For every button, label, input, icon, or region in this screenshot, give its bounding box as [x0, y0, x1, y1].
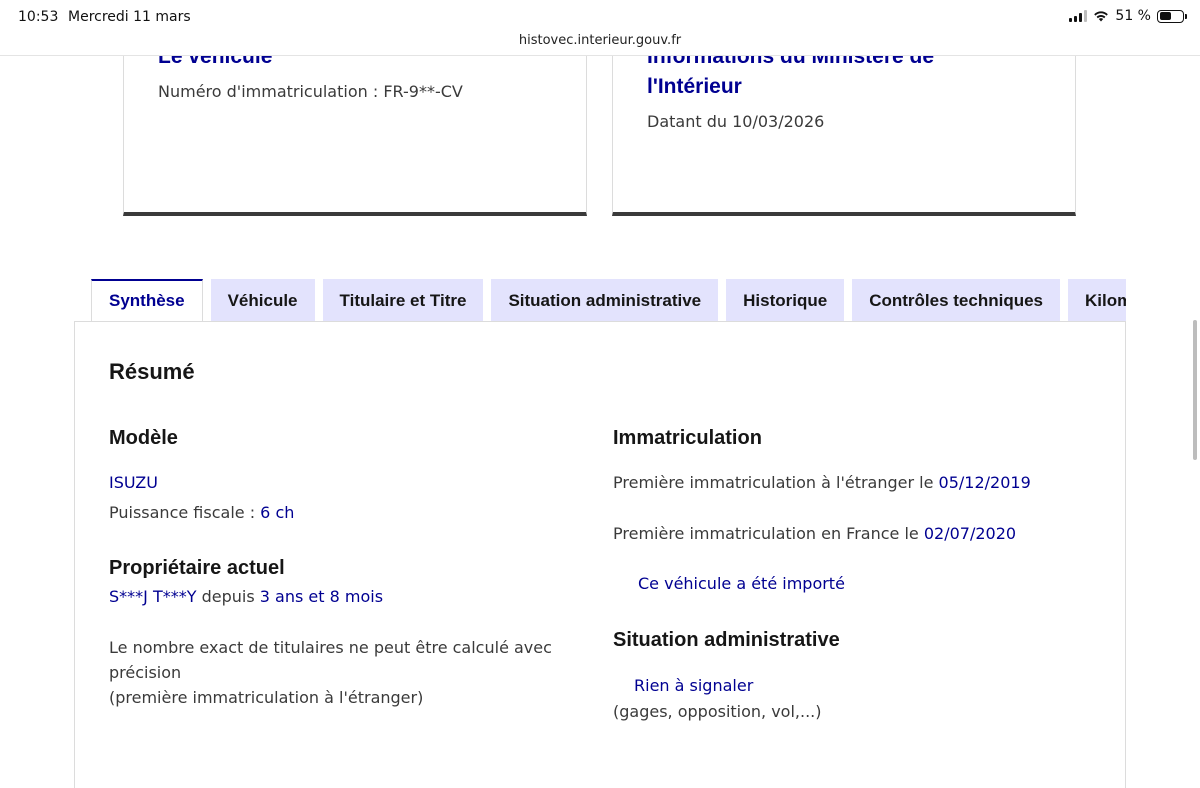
- fiscal-power: Puissance fiscale : 6 ch: [109, 500, 294, 525]
- model-heading: Modèle: [109, 427, 178, 449]
- tab-situation-administrative[interactable]: Situation administrative: [491, 279, 719, 321]
- status-time: 10:53: [18, 9, 59, 25]
- tab-synthese[interactable]: Synthèse: [91, 279, 203, 321]
- fiscal-power-value: 6 ch: [260, 503, 295, 522]
- owner-count-note: Le nombre exact de titulaires ne peut êt…: [109, 635, 579, 710]
- france-registration-label: Première immatriculation en France le: [613, 524, 924, 543]
- foreign-registration-label: Première immatriculation à l'étranger le: [613, 473, 939, 492]
- tab-titulaire-titre[interactable]: Titulaire et Titre: [322, 279, 484, 321]
- vehicle-card[interactable]: Le véhicule Numéro d'immatriculation : F…: [123, 56, 587, 216]
- report-tabs: Synthèse Véhicule Titulaire et Titre Sit…: [91, 279, 1126, 321]
- wifi-icon: [1094, 11, 1109, 22]
- synthese-panel: Résumé Modèle ISUZU Puissance fiscale : …: [74, 321, 1126, 788]
- admin-status-details: (gages, opposition, vol,...): [613, 702, 822, 721]
- admin-situation-heading: Situation administrative: [613, 629, 840, 651]
- admin-status-link[interactable]: Rien à signaler: [634, 676, 753, 695]
- owner-duration: 3 ans et 8 mois: [259, 587, 384, 606]
- fiscal-power-label: Puissance fiscale :: [109, 503, 261, 522]
- status-date: Mercredi 11 mars: [68, 9, 191, 25]
- status-indicators: 51 %: [1069, 8, 1187, 24]
- foreign-registration: Première immatriculation à l'étranger le…: [613, 470, 1031, 495]
- imported-vehicle-link[interactable]: Ce véhicule a été importé: [638, 574, 845, 593]
- current-owner: S***J T***Y depuis 3 ans et 8 mois: [109, 584, 383, 609]
- status-bar: 10:53 Mercredi 11 mars 51 %: [0, 0, 1200, 34]
- vehicle-brand: ISUZU: [109, 473, 158, 492]
- tab-vehicule[interactable]: Véhicule: [210, 279, 315, 321]
- owner-note-line1: Le nombre exact de titulaires ne peut êt…: [109, 638, 552, 657]
- tab-controles-techniques[interactable]: Contrôles techniques: [852, 279, 1061, 321]
- owner-since-label: depuis: [196, 587, 260, 606]
- address-bar[interactable]: histovec.interieur.gouv.fr: [0, 33, 1200, 48]
- vehicle-card-title: Le véhicule: [158, 56, 273, 68]
- tab-kilometrage[interactable]: Kilométrage: [1068, 279, 1126, 321]
- france-registration: Première immatriculation en France le 02…: [613, 521, 1016, 546]
- registration-number: Numéro d'immatriculation : FR-9**-CV: [158, 82, 463, 101]
- foreign-registration-date: 05/12/2019: [938, 473, 1031, 492]
- battery-percentage: 51 %: [1115, 8, 1151, 24]
- registration-heading: Immatriculation: [613, 427, 762, 449]
- owner-note-line3: (première immatriculation à l'étranger): [109, 688, 424, 707]
- tab-historique[interactable]: Historique: [726, 279, 845, 321]
- page-scrollbar[interactable]: [1193, 320, 1197, 460]
- ministry-info-card[interactable]: Informations du Ministère de l'Intérieur…: [612, 56, 1076, 216]
- data-date: Datant du 10/03/2026: [647, 112, 825, 131]
- current-owner-heading: Propriétaire actuel: [109, 557, 285, 579]
- cellular-signal-icon: [1069, 10, 1088, 22]
- ministry-card-title: Informations du Ministère de l'Intérieur: [647, 56, 935, 98]
- france-registration-date: 02/07/2020: [923, 524, 1017, 543]
- owner-name: S***J T***Y: [109, 587, 197, 606]
- summary-title: Résumé: [109, 359, 195, 384]
- battery-icon: [1157, 9, 1187, 23]
- owner-note-line2: précision: [109, 663, 182, 682]
